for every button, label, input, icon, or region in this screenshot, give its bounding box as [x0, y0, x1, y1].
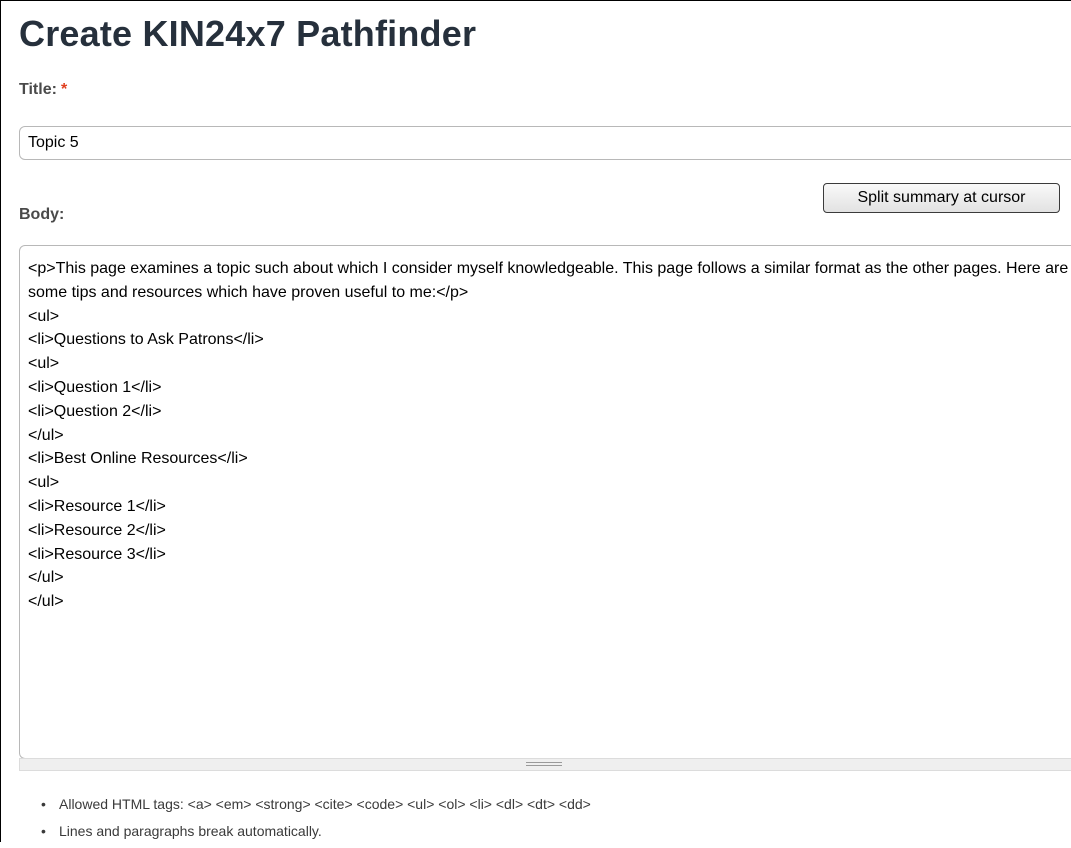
- body-label: Body:: [19, 206, 65, 223]
- page-title: Create KIN24x7 Pathfinder: [19, 13, 477, 54]
- required-marker: *: [60, 81, 68, 98]
- title-label: Title: *: [19, 81, 67, 99]
- input-format-tips: • Allowed HTML tags: <a> <em> <strong> <c…: [41, 794, 591, 848]
- tip-item: • Allowed HTML tags: <a> <em> <strong> <c…: [41, 794, 591, 821]
- tip-text: Lines and paragraphs break automatically…: [59, 823, 322, 839]
- resize-grippie[interactable]: [19, 758, 1071, 771]
- bullet-icon: •: [41, 823, 46, 839]
- grip-handle-icon: [526, 762, 562, 766]
- title-label-text: Title:: [19, 81, 57, 98]
- tip-item: • Lines and paragraphs break automaticall…: [41, 821, 591, 848]
- body-textarea[interactable]: <p>This page examines a topic such about…: [19, 245, 1071, 759]
- page: Create KIN24x7 Pathfinder Title:* Body: …: [0, 0, 1071, 842]
- tip-text: Allowed HTML tags: <a> <em> <strong> <ci…: [59, 796, 591, 812]
- bullet-icon: •: [41, 796, 46, 812]
- title-input[interactable]: [19, 126, 1071, 160]
- split-summary-button[interactable]: Split summary at cursor: [823, 183, 1060, 213]
